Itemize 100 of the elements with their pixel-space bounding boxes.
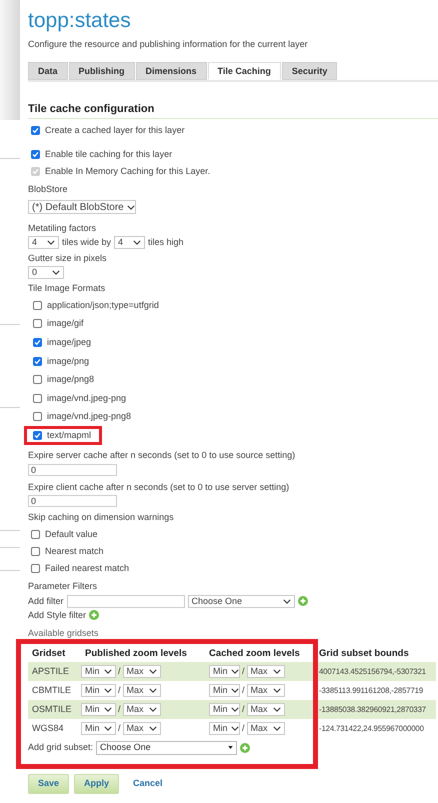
checkbox[interactable] <box>33 412 42 422</box>
select-field[interactable]: Max <box>122 722 161 735</box>
field-label: Create a cached layer for this layer <box>45 125 185 136</box>
checkbox[interactable] <box>33 394 42 403</box>
chevron-icon <box>104 688 112 693</box>
separator-text: / <box>118 722 121 734</box>
form-button[interactable]: Save <box>28 774 70 794</box>
select-field[interactable]: Min <box>209 702 240 716</box>
field-label: BlobStore <box>28 184 68 194</box>
chevron-icon <box>148 688 157 693</box>
column-header: Cached zoom levels <box>208 648 301 659</box>
chevron-icon <box>133 240 142 244</box>
chevron-icon <box>104 668 112 674</box>
checkbox[interactable] <box>33 430 42 440</box>
field-label: Add filter <box>28 596 64 607</box>
field-label: Default value <box>45 528 98 540</box>
table-cell-text: WGS84 <box>31 722 65 734</box>
separator-text: / <box>242 722 245 734</box>
select-field[interactable]: Max <box>122 684 161 697</box>
field-label: Expire client cache after n seconds (set to 0 to use server setting) <box>28 482 290 492</box>
checkbox[interactable] <box>33 338 42 347</box>
select-field[interactable]: Choose One <box>96 740 238 755</box>
tab[interactable]: Security <box>282 62 338 80</box>
chevron-icon <box>272 726 281 731</box>
field-label: Enable tile caching for this layer <box>45 149 172 160</box>
input-field[interactable]: 0 <box>28 464 117 476</box>
select-field[interactable]: Min <box>209 664 240 678</box>
checkbox[interactable] <box>31 546 40 556</box>
select-field[interactable]: 4 <box>114 236 146 248</box>
select-field[interactable]: Min <box>81 722 116 735</box>
tab[interactable]: Dimensions <box>136 62 207 80</box>
select-field[interactable]: Min <box>81 664 116 678</box>
select-field[interactable]: Min <box>81 684 116 697</box>
chevron-icon <box>126 204 135 210</box>
section-heading: Tile cache configuration <box>28 103 438 119</box>
field-label: Metatiling factors <box>28 223 96 233</box>
separator-text: / <box>118 684 121 696</box>
checkbox[interactable] <box>33 319 42 328</box>
select-field[interactable]: Max <box>122 702 161 716</box>
field-label: Add grid subset: <box>28 742 94 754</box>
checkbox[interactable] <box>33 375 42 384</box>
field-label: Nearest match <box>45 546 104 557</box>
field-label: image/png <box>47 356 90 367</box>
field-label: Enable In Memory Caching for this Layer. <box>45 166 210 177</box>
blobstore-select[interactable]: (*) Default BlobStore <box>28 200 136 214</box>
field-label: image/vnd.jpeg-png8 <box>47 411 132 422</box>
select-field[interactable]: Min <box>81 702 116 716</box>
table-cell-text: APSTILE <box>31 666 70 677</box>
table-cell-text: CBMTILE <box>31 684 72 696</box>
dropdown-arrow-icon <box>228 746 234 750</box>
field-label: text/mapml <box>47 430 92 441</box>
select-field[interactable]: Max <box>246 722 285 735</box>
checkbox[interactable] <box>33 300 42 310</box>
column-header: Grid subset bounds <box>318 648 409 659</box>
field-label: image/png8 <box>47 374 94 386</box>
chevron-icon <box>148 668 157 674</box>
chevron-icon <box>104 726 112 731</box>
chevron-icon <box>272 688 281 693</box>
field-label: tiles high <box>148 236 184 248</box>
checkbox[interactable] <box>31 150 40 159</box>
checkbox[interactable] <box>31 530 40 539</box>
cancel-link[interactable]: Cancel <box>133 778 163 790</box>
input-field[interactable]: 0 <box>28 494 117 507</box>
separator-text: / <box>118 704 121 715</box>
select-field[interactable]: Max <box>246 702 285 716</box>
select-field[interactable]: Min <box>209 722 240 735</box>
chevron-icon <box>230 688 239 693</box>
field-label: Parameter Filters <box>28 580 98 591</box>
select-field[interactable]: 0 <box>28 266 64 279</box>
checkbox[interactable] <box>31 126 40 135</box>
field-label: application/json;type=utfgrid <box>47 300 159 311</box>
field-label: Add Style filter <box>28 610 86 621</box>
separator-text: / <box>242 684 245 696</box>
select-field[interactable]: Max <box>122 664 161 678</box>
tab[interactable]: Data <box>28 62 68 80</box>
column-header: Published zoom levels <box>84 648 188 659</box>
select-field[interactable]: Max <box>246 664 285 678</box>
select-field[interactable]: Choose One <box>188 594 295 608</box>
chevron-icon <box>282 598 291 604</box>
chevron-icon <box>272 668 281 674</box>
chevron-icon <box>230 726 239 731</box>
form-button[interactable]: Apply <box>74 774 120 794</box>
select-field[interactable]: 4 <box>28 236 59 248</box>
tab[interactable]: Publishing <box>68 62 135 80</box>
chevron-icon <box>230 668 239 674</box>
page-title: topp:states <box>28 8 132 34</box>
checkbox[interactable] <box>33 356 42 366</box>
checkbox[interactable] <box>31 564 40 573</box>
tab[interactable]: Tile Caching <box>208 62 281 80</box>
column-header: Gridset <box>31 648 66 659</box>
field-label: Available gridsets <box>28 628 98 638</box>
select-field[interactable]: Max <box>246 684 285 697</box>
chevron-icon <box>272 706 281 712</box>
select-field[interactable]: Min <box>209 684 240 697</box>
input-field[interactable] <box>66 594 185 608</box>
separator-text: / <box>118 666 121 677</box>
chevron-icon <box>52 270 60 275</box>
field-label: image/gif <box>47 318 84 330</box>
field-label: image/vnd.jpeg-png <box>47 392 126 404</box>
field-label: Expire server cache after n seconds (set to 0 to use source setting) <box>28 450 296 460</box>
